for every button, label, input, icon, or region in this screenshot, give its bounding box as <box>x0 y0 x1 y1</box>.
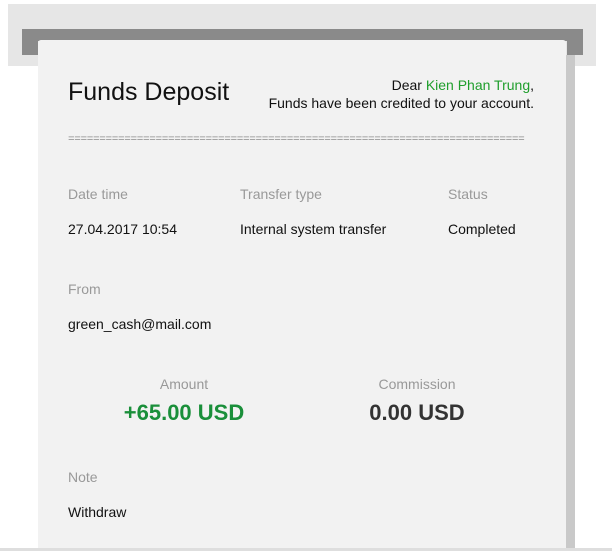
printer-slot-right-edge <box>567 41 583 55</box>
recipient-name: Kien Phan Trung <box>425 77 531 93</box>
status-label: Status <box>448 186 488 202</box>
greeting-suffix: , <box>530 77 534 93</box>
greeting: Dear Kien Phan Trung, Funds have been cr… <box>269 76 534 112</box>
commission-value: 0.00 USD <box>369 400 465 425</box>
note-value: Withdraw <box>68 504 127 520</box>
transfer-type-label: Transfer type <box>240 186 322 202</box>
receipt-shadow <box>566 55 575 551</box>
status-value: Completed <box>448 221 516 237</box>
greeting-prefix: Dear <box>391 77 426 93</box>
datetime-label: Date time <box>68 186 128 202</box>
credit-message: Funds have been credited to your account… <box>268 95 534 111</box>
greeting-line: Dear Kien Phan Trung, <box>269 76 534 94</box>
from-value: green_cash@mail.com <box>68 316 212 332</box>
receipt-divider: ========================================… <box>68 134 525 146</box>
printer-slot-left-edge <box>22 41 38 55</box>
note-label: Note <box>68 469 98 485</box>
amount-label: Amount <box>159 376 209 392</box>
datetime-value: 27.04.2017 10:54 <box>68 221 177 237</box>
from-label: From <box>68 281 101 297</box>
receipt-paper <box>38 40 566 551</box>
transfer-type-value: Internal system transfer <box>240 221 387 237</box>
commission-label: Commission <box>378 376 456 392</box>
receipt-title: Funds Deposit <box>68 78 230 106</box>
amount-value: +65.00 USD <box>123 400 245 425</box>
